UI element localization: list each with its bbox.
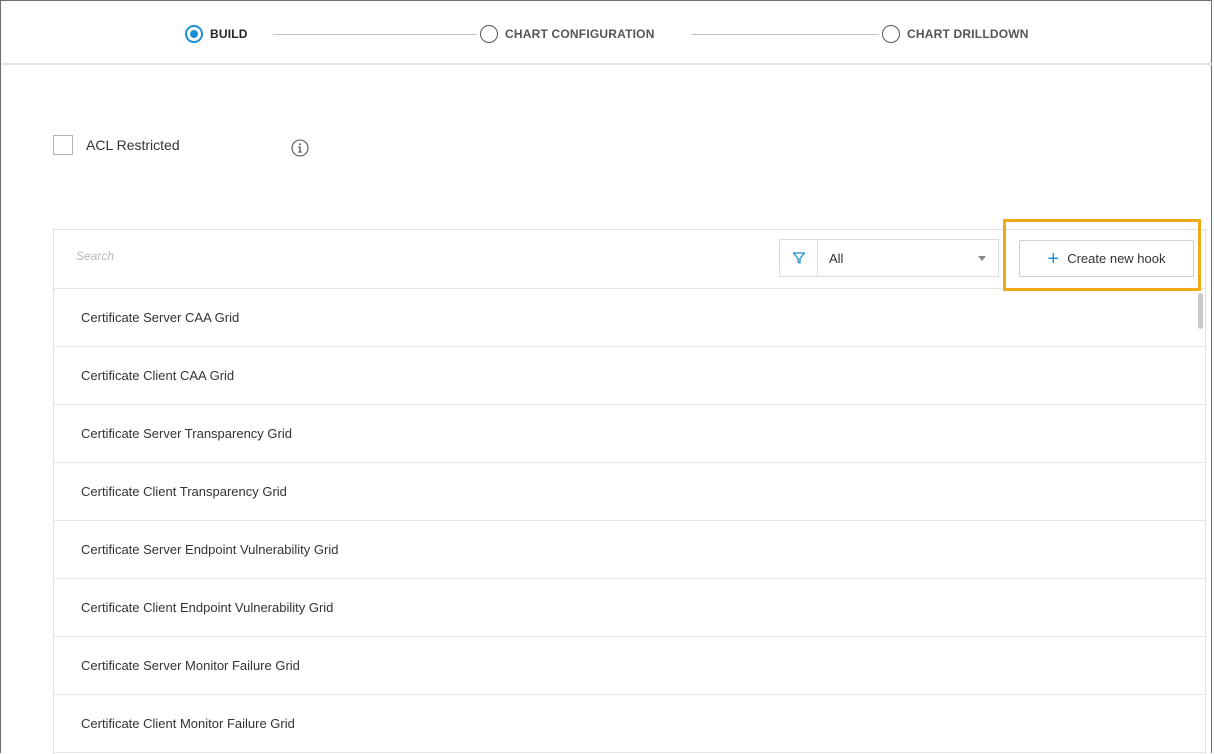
funnel-filter-icon bbox=[792, 252, 805, 264]
chevron-down-icon bbox=[978, 255, 986, 261]
app-frame: BUILD CHART CONFIGURATION CHART DRILLDOW… bbox=[0, 0, 1212, 754]
step-label: CHART CONFIGURATION bbox=[505, 27, 655, 41]
step-radio-icon bbox=[185, 25, 203, 43]
list-item[interactable]: Certificate Client Monitor Failure Grid bbox=[54, 695, 1205, 753]
wizard-stepper: BUILD CHART CONFIGURATION CHART DRILLDOW… bbox=[2, 2, 1212, 65]
filter-selected-value: All bbox=[829, 250, 844, 266]
step-radio-icon bbox=[480, 25, 498, 43]
list-item[interactable]: Certificate Client Transparency Grid bbox=[54, 463, 1205, 521]
acl-restricted-row: ACL Restricted bbox=[53, 135, 180, 155]
list-item[interactable]: Certificate Server CAA Grid bbox=[54, 289, 1205, 347]
create-new-hook-button[interactable]: + Create new hook bbox=[1019, 240, 1194, 277]
step-radio-icon bbox=[882, 25, 900, 43]
step-chart-configuration[interactable]: CHART CONFIGURATION bbox=[480, 24, 655, 44]
step-connector bbox=[692, 34, 879, 35]
hooks-panel: All + Create new hook Certificate Server… bbox=[53, 219, 1206, 754]
acl-restricted-checkbox[interactable] bbox=[53, 135, 73, 155]
step-chart-drilldown[interactable]: CHART DRILLDOWN bbox=[882, 24, 1029, 44]
plus-icon: + bbox=[1047, 247, 1060, 270]
list-item[interactable]: Certificate Client CAA Grid bbox=[54, 347, 1205, 405]
filter-select[interactable]: All bbox=[779, 239, 999, 277]
list-item[interactable]: Certificate Client Endpoint Vulnerabilit… bbox=[54, 579, 1205, 637]
filter-icon-button[interactable] bbox=[780, 240, 818, 276]
list-scrollbar[interactable] bbox=[1198, 293, 1203, 329]
step-build[interactable]: BUILD bbox=[185, 24, 248, 44]
hooks-list: Certificate Server CAA Grid Certificate … bbox=[54, 289, 1205, 753]
step-label: CHART DRILLDOWN bbox=[907, 27, 1029, 41]
info-icon[interactable] bbox=[291, 139, 309, 157]
list-item[interactable]: Certificate Server Monitor Failure Grid bbox=[54, 637, 1205, 695]
step-connector bbox=[273, 34, 477, 35]
step-label: BUILD bbox=[210, 27, 248, 41]
hooks-toolbar: All + Create new hook bbox=[54, 219, 1205, 291]
list-item[interactable]: Certificate Server Endpoint Vulnerabilit… bbox=[54, 521, 1205, 579]
list-item[interactable]: Certificate Server Transparency Grid bbox=[54, 405, 1205, 463]
create-new-hook-label: Create new hook bbox=[1067, 251, 1166, 266]
acl-restricted-label: ACL Restricted bbox=[86, 137, 180, 153]
search-input[interactable] bbox=[74, 242, 578, 270]
